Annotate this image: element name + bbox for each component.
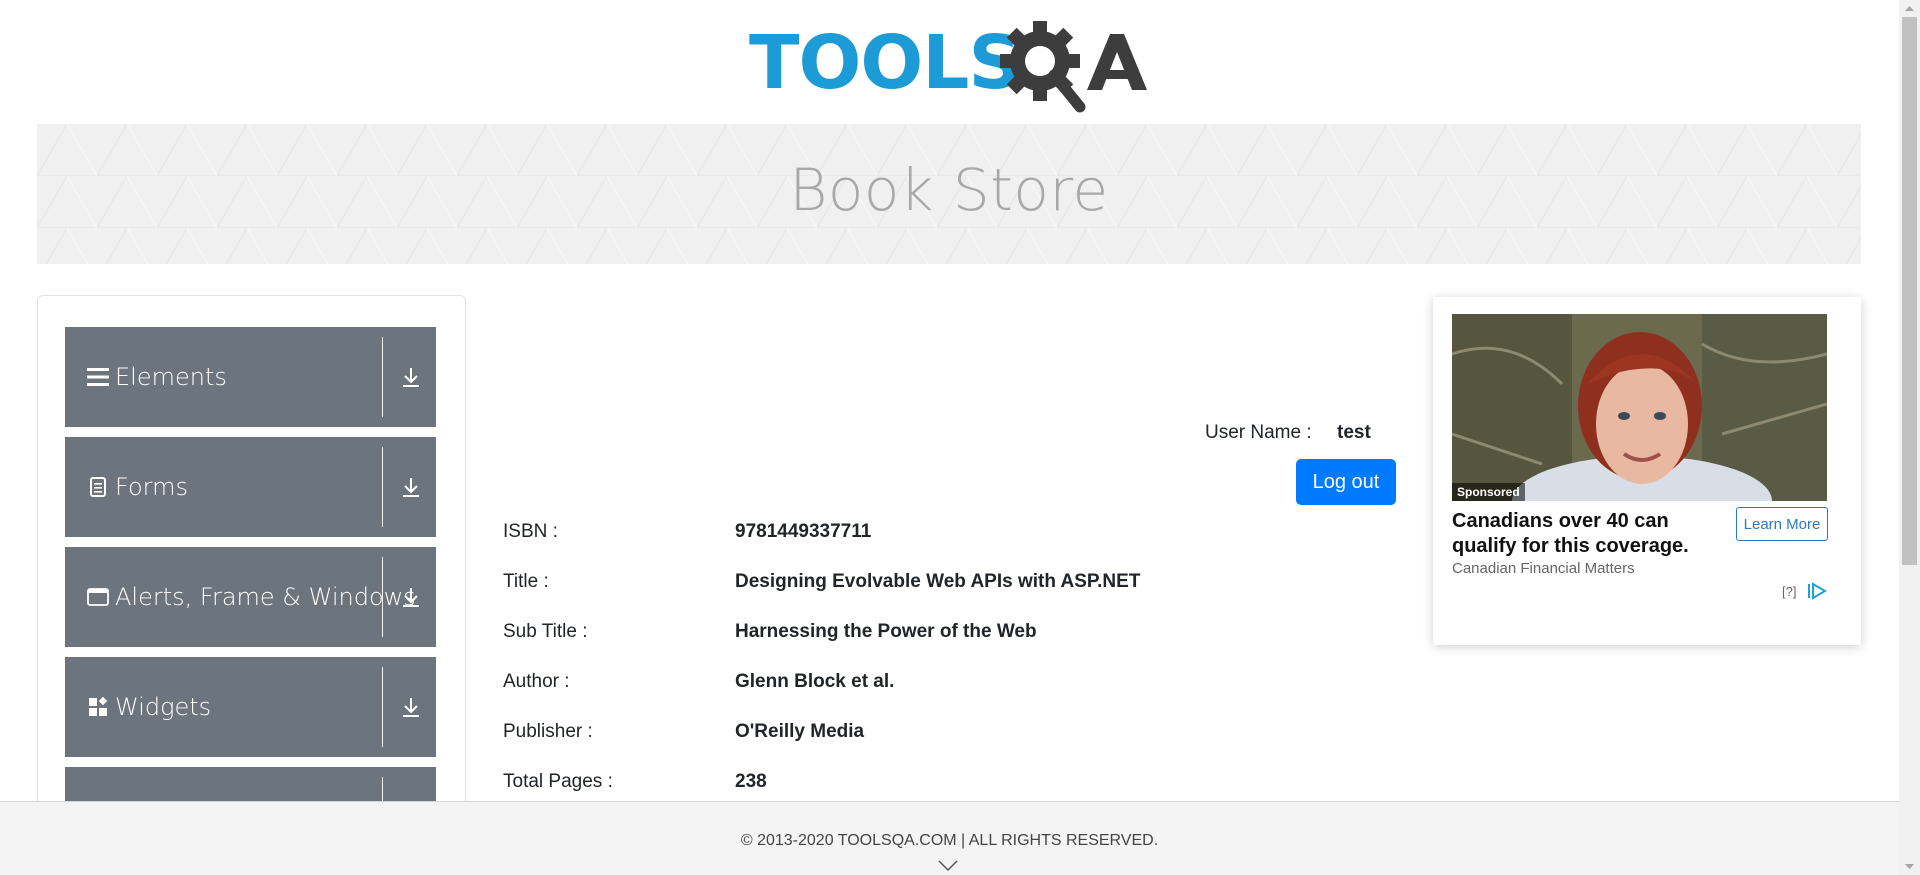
footer-copyright: © 2013-2020 TOOLSQA.COM | ALL RIGHTS RES… <box>740 832 1159 849</box>
page-title: Book Store <box>789 156 1109 224</box>
download-arrow-icon <box>403 698 419 717</box>
user-name-label: User Name : <box>1205 422 1312 443</box>
download-arrow-icon <box>403 368 419 387</box>
divider <box>382 667 383 747</box>
subtitle-label: Sub Title : <box>503 621 588 642</box>
learn-more-button[interactable]: Learn More <box>1736 507 1828 541</box>
ad-photo[interactable] <box>1452 314 1827 501</box>
toolsqa-logo[interactable]: TOOLS <box>749 16 1155 114</box>
chevron-down-icon[interactable] <box>938 860 958 872</box>
divider <box>382 557 383 637</box>
sidebar-group-label: Forms <box>115 473 188 501</box>
sidebar-group-label: Widgets <box>115 693 212 721</box>
sidebar-group-elements[interactable]: Elements <box>65 327 436 427</box>
adchoices-icon[interactable] <box>1807 582 1827 600</box>
scrollbar-thumb[interactable] <box>1902 17 1917 565</box>
ad-headline[interactable]: Canadians over 40 can qualify for this c… <box>1452 509 1727 559</box>
hamburger-icon <box>85 364 111 390</box>
subtitle-value: Harnessing the Power of the Web <box>735 621 1037 642</box>
ad-source[interactable]: Canadian Financial Matters <box>1452 560 1635 577</box>
divider <box>382 447 383 527</box>
logo-text: TOOLS <box>749 20 1021 106</box>
page: TOOLS Book Store Elements Forms Alerts, … <box>0 0 1899 875</box>
scroll-up-arrow-icon[interactable] <box>1899 0 1920 17</box>
sidebar-group-label: Alerts, Frame & Windows <box>115 583 416 611</box>
sidebar-group-label: Elements <box>115 363 227 391</box>
sidebar: Elements Forms Alerts, Frame & Windows W… <box>37 295 466 875</box>
title-value: Designing Evolvable Web APIs with ASP.NE… <box>735 571 1141 592</box>
sidebar-group-alerts-frame-windows[interactable]: Alerts, Frame & Windows <box>65 547 436 647</box>
user-name-value: test <box>1337 422 1371 443</box>
footer: © 2013-2020 TOOLSQA.COM | ALL RIGHTS RES… <box>0 801 1899 875</box>
download-arrow-icon <box>403 588 419 607</box>
publisher-label: Publisher : <box>503 721 593 742</box>
total-pages-label: Total Pages : <box>503 771 613 792</box>
logout-button[interactable]: Log out <box>1296 459 1396 505</box>
logo-a-letter <box>1087 34 1147 90</box>
author-value: Glenn Block et al. <box>735 671 895 692</box>
sponsored-label: Sponsored <box>1452 483 1525 501</box>
page-banner: Book Store <box>37 124 1861 264</box>
author-label: Author : <box>503 671 570 692</box>
download-arrow-icon <box>403 478 419 497</box>
scroll-down-arrow-icon[interactable] <box>1899 858 1920 875</box>
sidebar-group-forms[interactable]: Forms <box>65 437 436 537</box>
isbn-value: 9781449337711 <box>735 521 872 542</box>
ad-info-link[interactable]: [?] <box>1782 584 1796 599</box>
page-scrollbar[interactable] <box>1899 0 1920 875</box>
sidebar-group-widgets[interactable]: Widgets <box>65 657 436 757</box>
isbn-label: ISBN : <box>503 521 558 542</box>
document-icon <box>85 474 111 500</box>
divider <box>382 337 383 417</box>
publisher-value: O'Reilly Media <box>735 721 865 742</box>
widgets-icon <box>85 694 111 720</box>
sponsored-ad[interactable]: Sponsored Canadians over 40 can qualify … <box>1433 297 1861 645</box>
window-icon <box>85 584 111 610</box>
total-pages-value: 238 <box>735 771 767 792</box>
title-label: Title : <box>503 571 549 592</box>
